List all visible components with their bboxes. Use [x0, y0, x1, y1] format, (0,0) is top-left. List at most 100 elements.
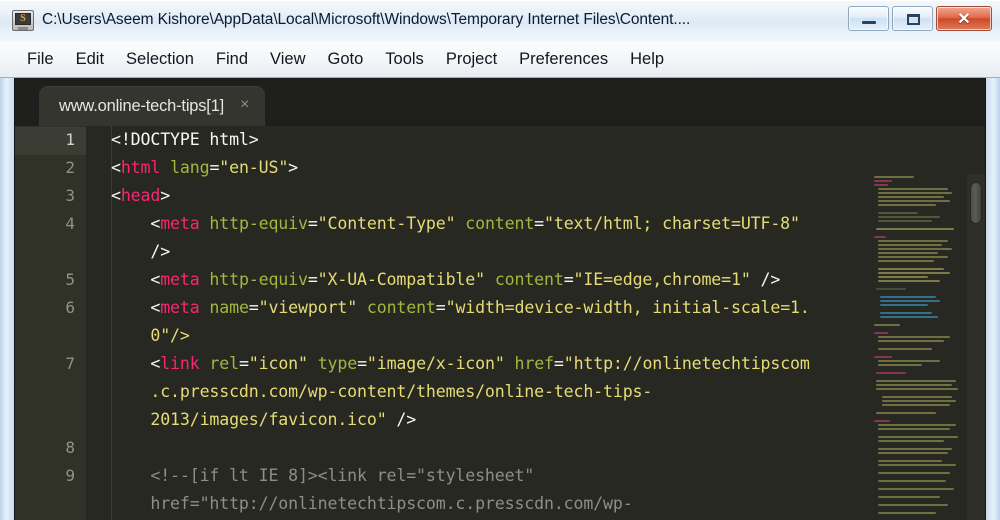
- minimap-line: [878, 360, 940, 362]
- code-token-plain: <!DOCTYPE html>: [111, 130, 259, 149]
- line-number: 1: [65, 130, 75, 149]
- menu-item-edit[interactable]: Edit: [65, 48, 115, 71]
- menu-item-project[interactable]: Project: [435, 48, 508, 71]
- code-token-tag: meta: [160, 270, 200, 289]
- minimap-line: [878, 220, 932, 222]
- code-token-str: "icon": [248, 354, 308, 373]
- window-edge-right: [986, 78, 1000, 520]
- active-line-highlight: [15, 127, 86, 155]
- code-line: <!DOCTYPE html>: [111, 130, 259, 149]
- menu-item-preferences[interactable]: Preferences: [508, 48, 619, 71]
- minimap-line: [874, 236, 886, 238]
- code-token-str: "http://onlinetechtipscom: [563, 354, 810, 373]
- code-token-str: "X-UA-Compatible": [317, 270, 485, 289]
- minimap-line: [878, 188, 948, 190]
- code-token-attr: content: [366, 298, 436, 317]
- app-icon-stand: [18, 27, 28, 30]
- code-token-plain: <: [111, 214, 161, 233]
- minimap-line: [878, 504, 948, 506]
- code-token-attr: content: [494, 270, 564, 289]
- minimap-line: [876, 372, 906, 374]
- minimap-line: [878, 216, 940, 218]
- tab-label: www.online-tech-tips[1]: [59, 96, 225, 115]
- code-token-plain: =: [238, 354, 249, 373]
- code-line: <head>: [111, 187, 170, 205]
- line-number: 5: [65, 270, 75, 289]
- minimap-line: [878, 424, 956, 426]
- minimap-line: [876, 384, 952, 386]
- menu-item-file[interactable]: File: [16, 48, 65, 71]
- code-token-plain: =: [435, 298, 446, 317]
- code-token-str: "en-US": [219, 158, 289, 177]
- line-number: 4: [65, 214, 75, 233]
- close-icon: ✕: [957, 10, 971, 28]
- minimap-line: [874, 356, 892, 358]
- menu-item-selection[interactable]: Selection: [115, 48, 205, 71]
- minimize-icon: [862, 21, 876, 24]
- code-line: <meta name="viewport" content="width=dev…: [111, 298, 810, 317]
- minimap-line: [878, 204, 936, 206]
- minimap-line: [878, 480, 946, 482]
- menu-item-find[interactable]: Find: [205, 48, 259, 71]
- minimap-line: [878, 260, 934, 262]
- tab-close-icon[interactable]: ×: [240, 97, 249, 115]
- code-token-tag: meta: [160, 298, 200, 317]
- line-number: 8: [65, 438, 75, 457]
- app-icon: S: [12, 10, 34, 31]
- code-token-plain: =: [534, 214, 545, 233]
- minimap[interactable]: [872, 174, 967, 520]
- maximize-button[interactable]: [892, 6, 933, 31]
- minimap-line: [878, 212, 918, 214]
- line-number: 7: [65, 354, 75, 373]
- code-text-area[interactable]: <!DOCTYPE html> <html lang="en-US"> <head>…: [86, 126, 872, 520]
- code-token-attr: name: [209, 298, 249, 317]
- minimap-line: [878, 276, 928, 278]
- minimap-line: [878, 340, 944, 342]
- minimap-line: [880, 316, 938, 318]
- code-token-attr: http-equiv: [209, 214, 308, 233]
- minimap-line: [882, 396, 952, 398]
- code-line: <meta http-equiv = "X-UA-Compatible" conte…: [111, 270, 781, 289]
- code-token-str: 0"/>: [111, 326, 190, 345]
- vertical-scrollbar[interactable]: [967, 174, 985, 520]
- code-token-plain: =: [357, 354, 367, 373]
- code-pane[interactable]: 12345678910 <!DOCTYPE html><html lang="e…: [15, 126, 985, 520]
- tab-active[interactable]: www.online-tech-tips[1] ×: [39, 86, 266, 126]
- minimize-button[interactable]: [848, 6, 889, 31]
- code-token-plain: <: [111, 270, 161, 289]
- code-line: <!--[if lt IE 8]><link rel="stylesheet": [111, 467, 534, 485]
- code-token-attr: http-equiv: [209, 270, 308, 289]
- code-token-plain: =: [307, 214, 318, 233]
- minimap-line: [878, 200, 950, 202]
- menu-item-view[interactable]: View: [259, 48, 316, 71]
- menu-item-help[interactable]: Help: [619, 48, 675, 71]
- code-token-str: 2013/images/favicon.ico": [111, 410, 387, 429]
- code-token-plain: >: [288, 158, 299, 177]
- menu-item-tools[interactable]: Tools: [374, 48, 435, 71]
- tab-strip: www.online-tech-tips[1] ×: [15, 78, 985, 126]
- code-line: <meta http-equiv="Content-Type" content=…: [111, 214, 800, 233]
- code-token-plain: <: [111, 354, 161, 373]
- code-token-tag: link: [160, 354, 200, 373]
- minimap-line: [874, 332, 888, 334]
- code-token-attr: lang: [170, 158, 210, 177]
- close-button[interactable]: ✕: [936, 6, 992, 31]
- line-number-gutter: 12345678910: [15, 126, 86, 520]
- minimap-line: [878, 452, 948, 454]
- menu-item-goto[interactable]: Goto: [317, 48, 375, 71]
- code-line: />: [111, 243, 170, 261]
- code-token-plain: =: [248, 298, 259, 317]
- vertical-scrollbar-thumb[interactable]: [970, 182, 982, 224]
- code-token-str: "Content-Type": [317, 214, 456, 233]
- minimap-line: [878, 248, 952, 250]
- code-token-plain: =: [563, 270, 574, 289]
- minimap-line: [874, 420, 890, 422]
- minimap-line: [878, 512, 936, 514]
- code-token-plain: />: [750, 270, 781, 289]
